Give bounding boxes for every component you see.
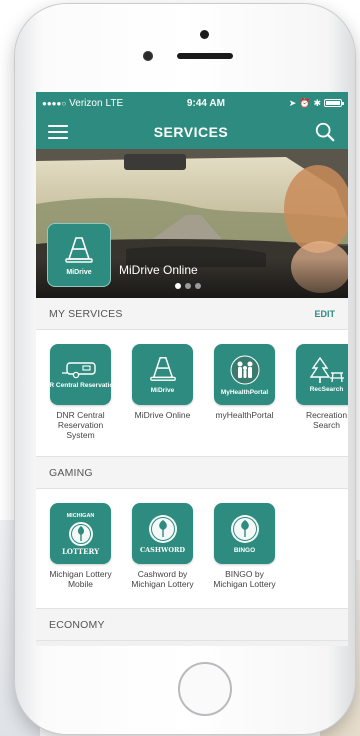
tile-icon-text: MiDrive [150,387,175,394]
midrive-banner-tile[interactable]: MiDrive [47,223,111,287]
section-title: GAMING [49,466,93,479]
tile-bingo[interactable]: BINGO BINGO by Michigan Lottery [213,503,276,608]
pager-dot[interactable] [195,283,201,289]
tile-label: MiDrive Online [134,410,191,420]
traffic-cone-icon [65,236,93,263]
featured-banner[interactable]: MiDrive MiDrive Online [36,149,348,298]
tile-michigan-lottery[interactable]: MICHIGAN LOTTERY Michigan Lottery Mobile [49,503,112,608]
network-type: LTE [105,97,124,109]
tile-icon-text: DNR Central Reservations [40,381,121,389]
tile-icon-text: BINGO [233,547,256,554]
menu-icon[interactable] [48,124,68,139]
page-title: SERVICES [153,123,229,140]
proximity-sensor [200,30,209,39]
pager-dot[interactable] [185,283,191,289]
economy-header: ECONOMY [36,609,348,641]
status-time: 9:44 AM [186,97,225,109]
tile-icon-text: CASHWORD [139,546,186,554]
tile-icon-top-text: MICHIGAN [66,512,95,519]
tile-label: DNR Central Reservation System [56,410,105,440]
bluetooth-icon: ✱ [313,97,321,108]
edit-button[interactable]: EDIT [314,309,335,319]
tile-dnr-reservations[interactable]: DNR Central Reservations DNR Central Res… [40,344,121,456]
banner-caption: MiDrive Online [119,263,198,277]
tile-midrive[interactable]: MiDrive MiDrive Online [132,344,193,456]
battery-icon [324,99,344,107]
family-icon [230,355,259,384]
tile-label: Cashword by Michigan Lottery [131,569,194,589]
gaming-row[interactable]: MICHIGAN LOTTERY Michigan Lottery Mobile [36,489,348,609]
home-button[interactable] [178,662,232,716]
search-icon[interactable] [314,121,336,143]
my-services-header: MY SERVICES EDIT [36,298,348,330]
lottery-icon [68,521,93,546]
status-bar: ●●●●○ Verizon LTE 9:44 AM ➤ ⏰ ✱ [36,92,348,114]
tile-myhealthportal[interactable]: MyHealthPortal myHealthPortal [214,344,275,456]
alarm-icon: ⏰ [299,97,311,108]
location-arrow-icon: ➤ [288,97,297,108]
trees-icon [309,356,344,383]
pager-dot[interactable] [175,283,181,289]
tile-label: Recreation Search [305,410,348,430]
tile-icon-text: LOTTERY [61,546,100,556]
tile-label: Michigan Lottery Mobile [49,569,112,589]
signal-dots-icon: ●●●●○ [42,98,67,108]
nav-bar: SERVICES [36,114,348,149]
section-title: MY SERVICES [49,307,123,320]
earpiece-speaker [177,53,233,59]
tile-icon-text: MyHealthPortal [220,388,269,396]
traffic-cone-icon [149,357,176,381]
tile-label: myHealthPortal [215,410,274,420]
tile-recsearch[interactable]: RecSearch Recreation Search [296,344,348,456]
front-camera [143,51,153,61]
tile-cashword[interactable]: CASHWORD Cashword by Michigan Lottery [131,503,194,608]
carrier-name: Verizon [69,97,103,109]
app-screen: ●●●●○ Verizon LTE 9:44 AM ➤ ⏰ ✱ SERVICES [36,92,348,646]
cashword-icon [148,515,177,543]
my-services-row[interactable]: DNR Central Reservations DNR Central Res… [36,330,348,457]
tile-label: BINGO by Michigan Lottery [213,569,276,589]
trailer-icon [61,361,96,378]
section-title: ECONOMY [49,618,105,631]
gaming-header: GAMING [36,457,348,489]
tile-icon-text: RecSearch [309,386,344,393]
bingo-icon [230,515,259,543]
banner-pager[interactable] [175,283,201,289]
banner-tile-label: MiDrive [66,268,92,276]
